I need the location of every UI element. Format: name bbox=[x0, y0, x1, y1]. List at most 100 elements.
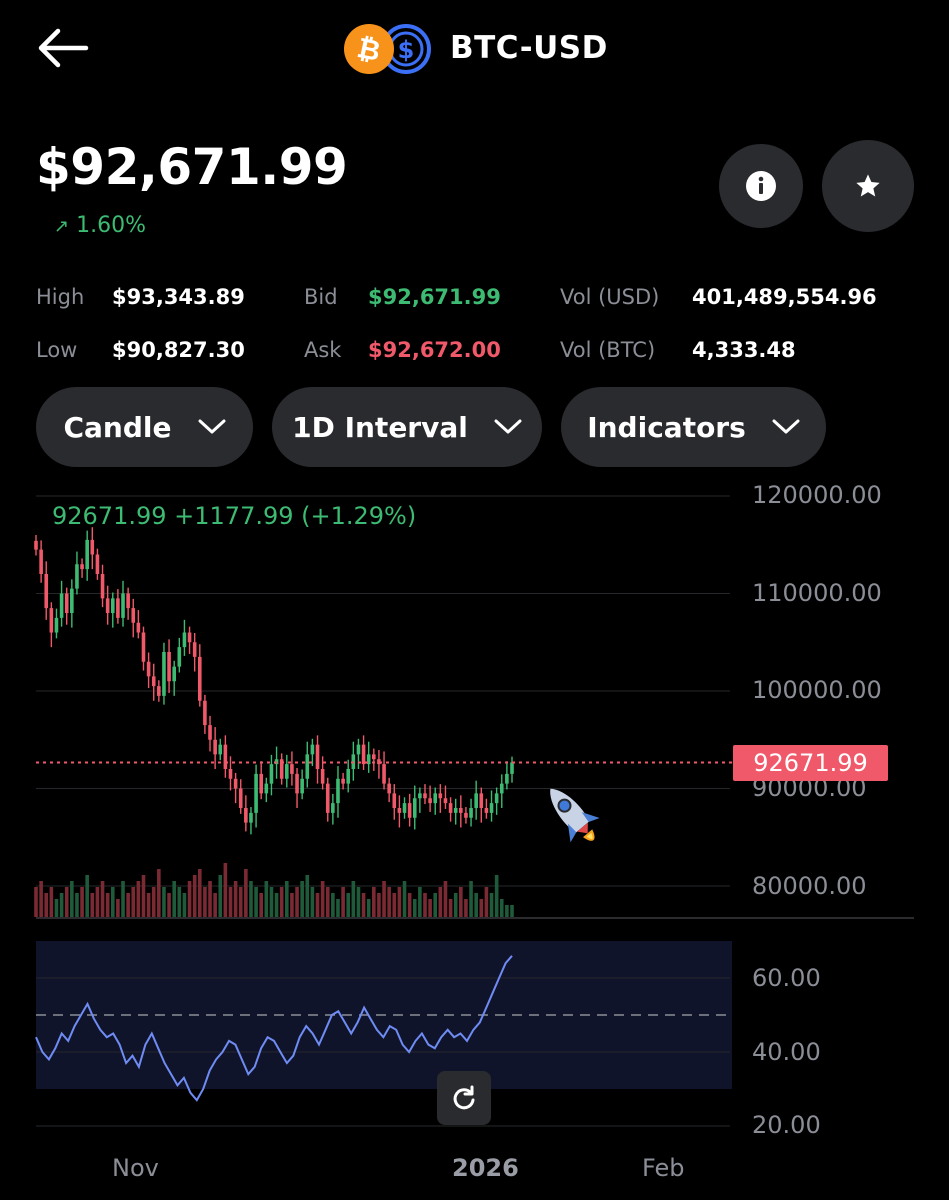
volume-bar bbox=[418, 887, 422, 917]
indicators-dropdown[interactable]: Indicators bbox=[561, 387, 826, 467]
volume-bar bbox=[382, 881, 386, 917]
candle-body bbox=[387, 783, 391, 794]
candle-body bbox=[244, 808, 248, 823]
chevron-down-icon bbox=[198, 419, 225, 434]
volume-bar bbox=[249, 881, 253, 917]
volume-bar bbox=[351, 881, 356, 917]
x-label-year: 2026 bbox=[452, 1154, 519, 1182]
candle-body bbox=[116, 598, 120, 618]
refresh-icon bbox=[453, 1085, 475, 1110]
volume-bar bbox=[34, 887, 38, 917]
volume-bar bbox=[44, 893, 49, 917]
candle-body bbox=[238, 788, 243, 808]
volume-bar bbox=[372, 887, 376, 917]
indicators-label: Indicators bbox=[587, 410, 746, 444]
volume-bar bbox=[448, 899, 453, 917]
candle-body bbox=[213, 739, 217, 755]
volume-bar bbox=[305, 875, 310, 917]
volume-bar bbox=[505, 905, 509, 917]
interval-label: 1D Interval bbox=[292, 410, 468, 444]
candle-body bbox=[489, 803, 494, 813]
candle-body bbox=[464, 812, 468, 818]
volume-bar bbox=[213, 893, 217, 917]
vol-btc-label: Vol (BTC) bbox=[560, 338, 656, 362]
volume-bars bbox=[34, 863, 514, 917]
candle-body bbox=[295, 773, 299, 794]
candle-body bbox=[228, 769, 233, 779]
volume-bar bbox=[438, 887, 443, 917]
x-label-feb: Feb bbox=[642, 1154, 685, 1182]
candle-body bbox=[162, 652, 166, 696]
volume-bar bbox=[75, 893, 79, 917]
volume-bar bbox=[85, 875, 89, 917]
volume-bar bbox=[320, 881, 325, 917]
candle-body bbox=[448, 803, 453, 813]
candle-body bbox=[510, 762, 514, 774]
candle-body bbox=[34, 540, 38, 550]
candle-body bbox=[300, 778, 304, 794]
volume-bar bbox=[228, 887, 233, 917]
candle-body bbox=[172, 666, 176, 682]
candle-body bbox=[233, 778, 238, 789]
volume-bar bbox=[315, 893, 320, 917]
volume-bar bbox=[95, 887, 100, 917]
favorite-button[interactable] bbox=[822, 140, 914, 232]
candle-body bbox=[346, 769, 351, 784]
volume-bar bbox=[484, 887, 489, 917]
y-tick-label: 100000.00 bbox=[752, 676, 882, 704]
volume-bar bbox=[151, 887, 156, 917]
candle-body bbox=[315, 744, 320, 769]
candle-body bbox=[110, 598, 115, 613]
volume-bar bbox=[80, 887, 84, 917]
volume-bar bbox=[269, 887, 274, 917]
candle-body bbox=[356, 744, 361, 755]
reset-zoom-button[interactable] bbox=[437, 1071, 491, 1125]
star-icon bbox=[856, 174, 880, 197]
interval-dropdown[interactable]: 1D Interval bbox=[272, 387, 542, 467]
candle-body bbox=[459, 808, 463, 813]
volume-bar bbox=[274, 893, 279, 917]
volume-bar bbox=[54, 899, 59, 917]
volume-bar bbox=[387, 887, 391, 917]
volume-bar bbox=[146, 893, 151, 917]
ask-value: $92,672.00 bbox=[368, 338, 501, 362]
ohlc-summary: 92671.99 +1177.99 (+1.29%) bbox=[52, 502, 417, 530]
candle-body bbox=[407, 803, 412, 818]
volume-bar bbox=[310, 887, 315, 917]
volume-bar bbox=[346, 893, 351, 917]
candle-body bbox=[361, 744, 366, 765]
y-tick-label: 120000.00 bbox=[752, 481, 882, 509]
volume-bar bbox=[295, 887, 299, 917]
candle-body bbox=[331, 803, 335, 813]
svg-text:$: $ bbox=[398, 36, 415, 64]
volume-bar bbox=[223, 863, 228, 917]
volume-bar bbox=[459, 887, 463, 917]
candle-body bbox=[177, 647, 182, 667]
info-button[interactable] bbox=[719, 144, 803, 228]
candle-body bbox=[402, 803, 407, 813]
candle-body bbox=[105, 598, 110, 613]
candle-body bbox=[433, 793, 438, 804]
x-label-nov: Nov bbox=[112, 1154, 159, 1182]
volume-bar bbox=[136, 881, 141, 917]
volume-bar bbox=[479, 899, 484, 917]
candle-body bbox=[412, 798, 417, 818]
volume-bar bbox=[259, 893, 264, 917]
volume-bar bbox=[141, 875, 146, 917]
low-value: $90,827.30 bbox=[112, 338, 245, 362]
volume-bar bbox=[433, 893, 438, 917]
back-button[interactable] bbox=[34, 26, 90, 70]
rsi-tick-label: 40.00 bbox=[752, 1038, 821, 1066]
candle-body bbox=[141, 632, 146, 662]
volume-bar bbox=[341, 887, 345, 917]
vol-usd-label: Vol (USD) bbox=[560, 285, 660, 309]
candle-body bbox=[494, 793, 499, 804]
volume-bar bbox=[187, 881, 192, 917]
chart-type-dropdown[interactable]: Candle bbox=[36, 387, 253, 467]
rsi-panel bbox=[36, 941, 732, 1127]
volume-bar bbox=[182, 893, 187, 917]
volume-bar bbox=[423, 893, 427, 917]
candle-body bbox=[197, 656, 202, 701]
volume-bar bbox=[464, 899, 468, 917]
volume-bar bbox=[121, 881, 125, 917]
